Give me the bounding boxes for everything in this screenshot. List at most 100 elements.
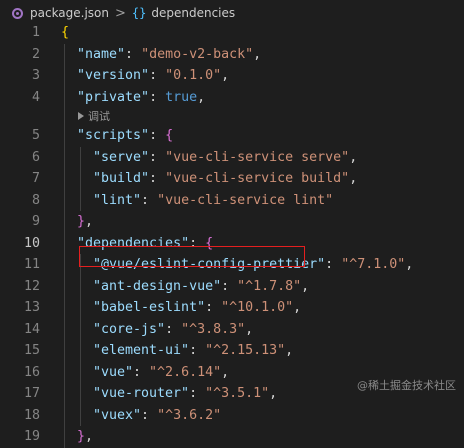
code-line: 10 "dependencies": {: [0, 232, 464, 254]
code-text: {: [61, 22, 69, 44]
code-text: },: [77, 211, 93, 233]
indent-guide: [80, 361, 81, 383]
code-text: "name": "demo-v2-back",: [77, 44, 261, 66]
code-token: "^10.1.0": [221, 300, 294, 315]
breadcrumb-path[interactable]: dependencies: [151, 6, 235, 20]
code-token: "serve": [93, 149, 150, 165]
code-line: 19},: [0, 426, 464, 448]
indent-guide: [64, 275, 65, 297]
code-line: 7 "build": "vue-cli-service build",: [0, 168, 464, 190]
code-text: "vuex": "^3.6.2": [93, 405, 221, 427]
code-text: "private": true,: [77, 87, 205, 109]
code-token: "vue-cli-service build": [165, 171, 350, 186]
code-line: 11 "@vue/eslint-config-prettier": "^7.1.0…: [0, 254, 464, 276]
code-token: :: [221, 278, 238, 294]
code-token: ,: [349, 171, 358, 186]
code-token: "^2.15.13": [205, 343, 286, 358]
line-number: 13: [23, 300, 40, 315]
line-number: 2: [31, 46, 40, 62]
code-token: "^3.6.2": [157, 407, 222, 423]
indent-guide: [64, 297, 65, 319]
code-token: :: [205, 300, 222, 315]
code-token: }: [77, 214, 86, 229]
indent-guide: [64, 211, 65, 233]
code-line: 13 "babel-eslint": "^10.1.0",: [0, 297, 464, 319]
indent-guide: [80, 340, 81, 362]
code-token: {: [205, 235, 214, 251]
code-token: {: [61, 25, 70, 40]
code-text: "serve": "vue-cli-service serve",: [93, 147, 357, 169]
indent-guide: [80, 318, 81, 340]
code-text: "ant-design-vue": "^1.7.8",: [93, 276, 309, 298]
code-token: "vue-cli-service serve": [165, 149, 350, 165]
code-text: "element-ui": "^2.15.13",: [93, 340, 293, 362]
code-token: :: [141, 407, 158, 423]
indent-guide: [64, 168, 65, 190]
indent-guide: [64, 426, 65, 448]
code-token: "0.1.0": [165, 68, 222, 83]
breadcrumb-file[interactable]: package.json: [30, 6, 109, 20]
code-token: ,: [293, 300, 302, 315]
code-text: },: [77, 426, 93, 448]
code-line: 9},: [0, 211, 464, 233]
code-token: ,: [253, 46, 262, 62]
code-line: 1{: [0, 22, 464, 44]
code-text: "vue-router": "^3.5.1",: [93, 383, 277, 405]
indent-guide: [80, 254, 81, 276]
line-number: 8: [31, 192, 40, 208]
code-token: :: [189, 386, 206, 401]
code-line: 12 "ant-design-vue": "^1.7.8",: [0, 275, 464, 298]
code-text: "version": "0.1.0",: [77, 65, 229, 87]
code-token: :: [165, 321, 182, 337]
code-token: :: [149, 68, 166, 83]
code-token: ,: [301, 278, 310, 294]
code-text: "vue": "^2.6.14",: [93, 362, 229, 384]
code-text: "core-js": "^3.8.3",: [93, 319, 253, 341]
code-token: ,: [221, 364, 230, 380]
line-number: 11: [23, 257, 40, 272]
code-token: "^1.7.8": [237, 278, 302, 294]
code-token: "vue": [93, 364, 134, 380]
code-token: :: [325, 257, 342, 272]
object-icon: {}: [131, 6, 147, 20]
code-token: "build": [93, 171, 150, 186]
code-token: ,: [285, 343, 294, 358]
line-number: 7: [31, 171, 40, 186]
indent-guide: [80, 168, 81, 190]
code-token: "private": [77, 89, 150, 105]
code-line: 4 "private": true,: [0, 86, 464, 109]
indent-guide: [64, 404, 65, 426]
line-number: 1: [31, 25, 40, 40]
line-number: 18: [23, 407, 40, 423]
code-token: :: [141, 192, 158, 208]
line-number: 3: [31, 68, 40, 83]
code-token: "^3.8.3": [181, 321, 246, 337]
code-token: true: [165, 89, 198, 105]
code-line: 15 "element-ui": "^2.15.13",: [0, 340, 464, 362]
indent-guide: [64, 125, 65, 147]
indent-guide: [80, 404, 81, 426]
code-token: "dependencies": [77, 235, 190, 251]
code-token: :: [125, 46, 142, 62]
code-token: :: [149, 128, 166, 143]
indent-guide: [80, 275, 81, 297]
line-number: 16: [23, 364, 40, 380]
codelens-debug[interactable]: 调试: [78, 108, 110, 125]
code-token: "name": [77, 46, 126, 62]
codelens-label: 调试: [88, 110, 110, 123]
code-token: ,: [85, 214, 94, 229]
code-text: "build": "vue-cli-service build",: [93, 168, 357, 190]
line-number: 17: [23, 386, 40, 401]
code-line: 5 "scripts": {: [0, 125, 464, 147]
code-text: "scripts": {: [77, 125, 173, 147]
code-token: "^2.6.14": [149, 364, 222, 380]
line-number: 5: [31, 128, 40, 143]
code-token: ,: [245, 321, 254, 337]
code-token: "demo-v2-back": [141, 46, 254, 62]
indent-guide: [80, 146, 81, 168]
code-line: 8 "lint": "vue-cli-service lint": [0, 189, 464, 211]
code-token: :: [133, 364, 150, 380]
code-token: :: [149, 89, 166, 105]
code-token: :: [189, 235, 206, 251]
watermark: @稀土掘金技术社区: [357, 379, 456, 392]
